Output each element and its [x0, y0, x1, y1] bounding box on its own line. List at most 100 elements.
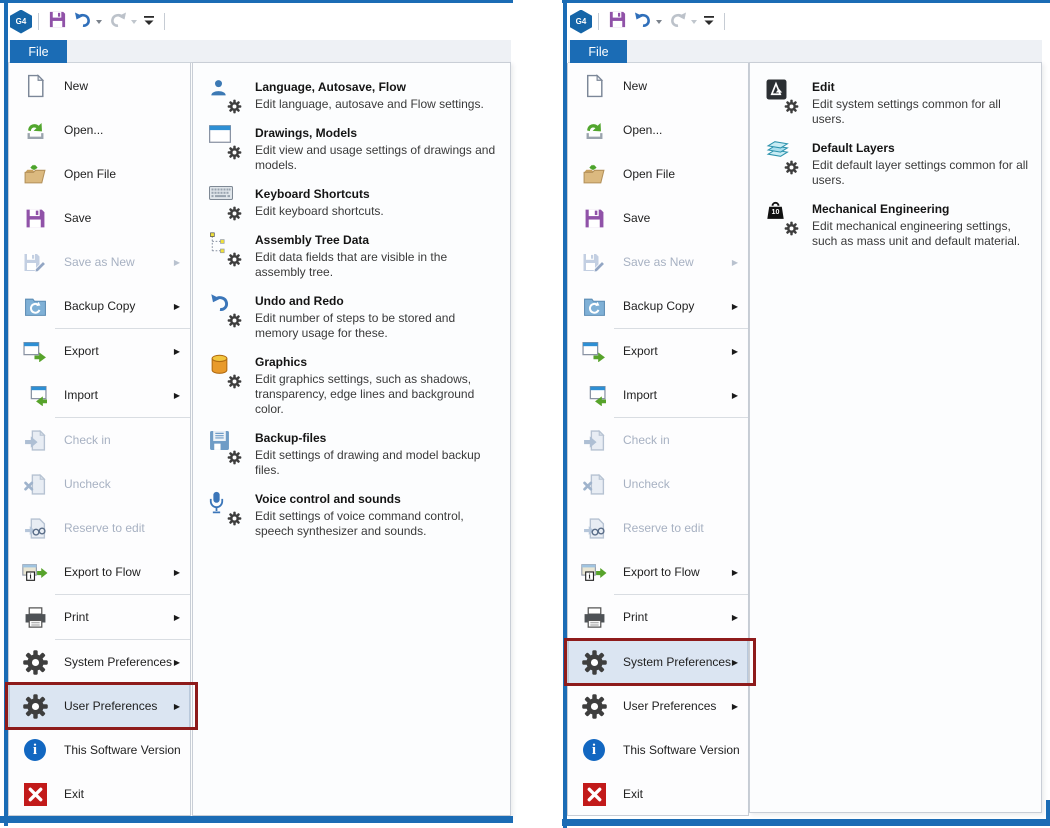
- menu-item-label: Reserve to edit: [623, 521, 742, 535]
- menu-item-this-software-version[interactable]: iThis Software Version: [568, 728, 748, 772]
- submenu-item-description: Edit settings of voice command control, …: [255, 509, 498, 539]
- gear-icon: [580, 648, 608, 676]
- reserve-to-edit-icon: [21, 514, 49, 542]
- menu-item-exit[interactable]: Exit: [568, 772, 748, 816]
- menu-item-print[interactable]: Print▶: [568, 595, 748, 639]
- menu-item-check-in[interactable]: Check in: [9, 418, 190, 462]
- submenu-item-graphics[interactable]: GraphicsEdit graphics settings, such as …: [193, 347, 510, 423]
- edit-system-gear-icon: [765, 79, 798, 112]
- submenu-item-title: Backup-files: [255, 431, 498, 445]
- menu-item-user-preferences[interactable]: User Preferences▶: [9, 684, 190, 728]
- menu-item-new[interactable]: New: [9, 64, 190, 108]
- submenu-item-title: Voice control and sounds: [255, 492, 498, 506]
- menu-item-open[interactable]: Open...: [9, 108, 190, 152]
- new-file-icon: [580, 72, 608, 100]
- menu-item-reserve-to-edit[interactable]: Reserve to edit: [568, 506, 748, 550]
- import-icon: [21, 381, 49, 409]
- menu-item-label: Save as New: [623, 255, 732, 269]
- submenu-item-edit[interactable]: EditEdit system settings common for all …: [750, 72, 1041, 133]
- menu-item-label: Save: [623, 211, 742, 225]
- submenu-item-title: Undo and Redo: [255, 294, 498, 308]
- dropdown-caret-icon[interactable]: [656, 20, 662, 24]
- save-icon: [580, 204, 608, 232]
- menu-item-open-file[interactable]: Open File: [568, 152, 748, 196]
- submenu-item-undo-and-redo[interactable]: Undo and RedoEdit number of steps to be …: [193, 286, 510, 347]
- menu-item-system-preferences[interactable]: System Preferences▶: [568, 640, 748, 684]
- voice-gear-icon: [208, 491, 241, 524]
- menu-item-open[interactable]: Open...: [568, 108, 748, 152]
- submenu-item-language-autosave-flow[interactable]: Language, Autosave, FlowEdit language, a…: [193, 72, 510, 118]
- submenu-arrow-icon: ▶: [174, 702, 184, 711]
- customize-quick-access-button[interactable]: [700, 11, 718, 33]
- submenu-item-drawings-models[interactable]: Drawings, ModelsEdit view and usage sett…: [193, 118, 510, 179]
- menu-item-export-to-flow[interactable]: iExport to Flow▶: [568, 550, 748, 594]
- menu-item-export-to-flow[interactable]: iExport to Flow▶: [9, 550, 190, 594]
- menu-item-print[interactable]: Print▶: [9, 595, 190, 639]
- tab-file[interactable]: File: [570, 40, 627, 63]
- undo-button[interactable]: [630, 9, 665, 35]
- menu-item-import[interactable]: Import▶: [9, 373, 190, 417]
- submenu-arrow-icon: ▶: [174, 613, 184, 622]
- submenu-item-default-layers[interactable]: Default LayersEdit default layer setting…: [750, 133, 1041, 194]
- menu-item-uncheck[interactable]: Uncheck: [568, 462, 748, 506]
- menu-item-label: New: [623, 79, 742, 93]
- submenu-item-text: Voice control and sounds Edit settings of…: [255, 491, 498, 539]
- tab-file[interactable]: File: [10, 40, 67, 63]
- exit-icon: [21, 780, 49, 808]
- dropdown-caret-icon[interactable]: [96, 20, 102, 24]
- menu-item-exit[interactable]: Exit: [9, 772, 190, 816]
- submenu-item-title: Edit: [812, 80, 1029, 94]
- dropdown-caret-icon[interactable]: [131, 20, 137, 24]
- layers-gear-icon: [765, 140, 798, 173]
- menu-item-save[interactable]: Save: [9, 196, 190, 240]
- menu-item-label: Check in: [64, 433, 184, 447]
- open-file-icon: [580, 160, 608, 188]
- menu-item-save-as-new[interactable]: Save as New▶: [9, 240, 190, 284]
- menu-item-backup-copy[interactable]: Backup Copy▶: [9, 284, 190, 328]
- submenu-arrow-icon: ▶: [732, 658, 742, 667]
- submenu-item-voice-control-and-sounds[interactable]: Voice control and sounds Edit settings of…: [193, 484, 510, 545]
- menu-item-system-preferences[interactable]: System Preferences▶: [9, 640, 190, 684]
- customize-quick-access-button[interactable]: [140, 11, 158, 33]
- menu-item-save-as-new[interactable]: Save as New▶: [568, 240, 748, 284]
- menu-item-label: This Software Version: [64, 743, 184, 757]
- menu-item-check-in[interactable]: Check in: [568, 418, 748, 462]
- submenu-item-description: Edit keyboard shortcuts.: [255, 204, 384, 219]
- app-logo-g4-icon[interactable]: G4: [570, 10, 592, 34]
- undo-arrow-blue-icon: [633, 11, 653, 33]
- menu-item-this-software-version[interactable]: iThis Software Version: [9, 728, 190, 772]
- submenu-item-text: EditEdit system settings common for all …: [812, 79, 1029, 127]
- submenu-arrow-icon: ▶: [732, 391, 742, 400]
- submenu-item-backup-files[interactable]: Backup-filesEdit settings of drawing and…: [193, 423, 510, 484]
- app-logo-g4-icon[interactable]: G4: [10, 10, 32, 34]
- dropdown-caret-icon[interactable]: [691, 20, 697, 24]
- submenu-item-title: Mechanical Engineering: [812, 202, 1029, 216]
- redo-arrow-gray-icon: [108, 11, 128, 33]
- submenu-item-title: Keyboard Shortcuts: [255, 187, 384, 201]
- menu-item-export[interactable]: Export▶: [9, 329, 190, 373]
- menu-item-backup-copy[interactable]: Backup Copy▶: [568, 284, 748, 328]
- submenu-item-assembly-tree-data[interactable]: Assembly Tree DataEdit data fields that …: [193, 225, 510, 286]
- save-button[interactable]: [605, 8, 630, 36]
- menu-item-uncheck[interactable]: Uncheck: [9, 462, 190, 506]
- ribbon-tab-row: File: [568, 40, 1042, 63]
- save-button[interactable]: [45, 8, 70, 36]
- menu-item-label: Uncheck: [623, 477, 742, 491]
- redo-button[interactable]: [105, 9, 140, 35]
- menu-item-reserve-to-edit[interactable]: Reserve to edit: [9, 506, 190, 550]
- menu-item-new[interactable]: New: [568, 64, 748, 108]
- submenu-item-keyboard-shortcuts[interactable]: Keyboard Shortcuts Edit keyboard shortcut…: [193, 179, 510, 225]
- menu-item-export[interactable]: Export▶: [568, 329, 748, 373]
- check-in-icon: [21, 426, 49, 454]
- submenu-arrow-icon: ▶: [174, 568, 184, 577]
- submenu-item-description: Edit view and usage settings of drawings…: [255, 143, 498, 173]
- submenu-arrow-icon: ▶: [732, 258, 742, 267]
- save-as-new-icon: [580, 248, 608, 276]
- submenu-item-mechanical-engineering[interactable]: 10 Mechanical EngineeringEdit mechanical…: [750, 194, 1041, 255]
- menu-item-import[interactable]: Import▶: [568, 373, 748, 417]
- menu-item-save[interactable]: Save: [568, 196, 748, 240]
- redo-button[interactable]: [665, 9, 700, 35]
- menu-item-open-file[interactable]: Open File: [9, 152, 190, 196]
- menu-item-user-preferences[interactable]: User Preferences▶: [568, 684, 748, 728]
- undo-button[interactable]: [70, 9, 105, 35]
